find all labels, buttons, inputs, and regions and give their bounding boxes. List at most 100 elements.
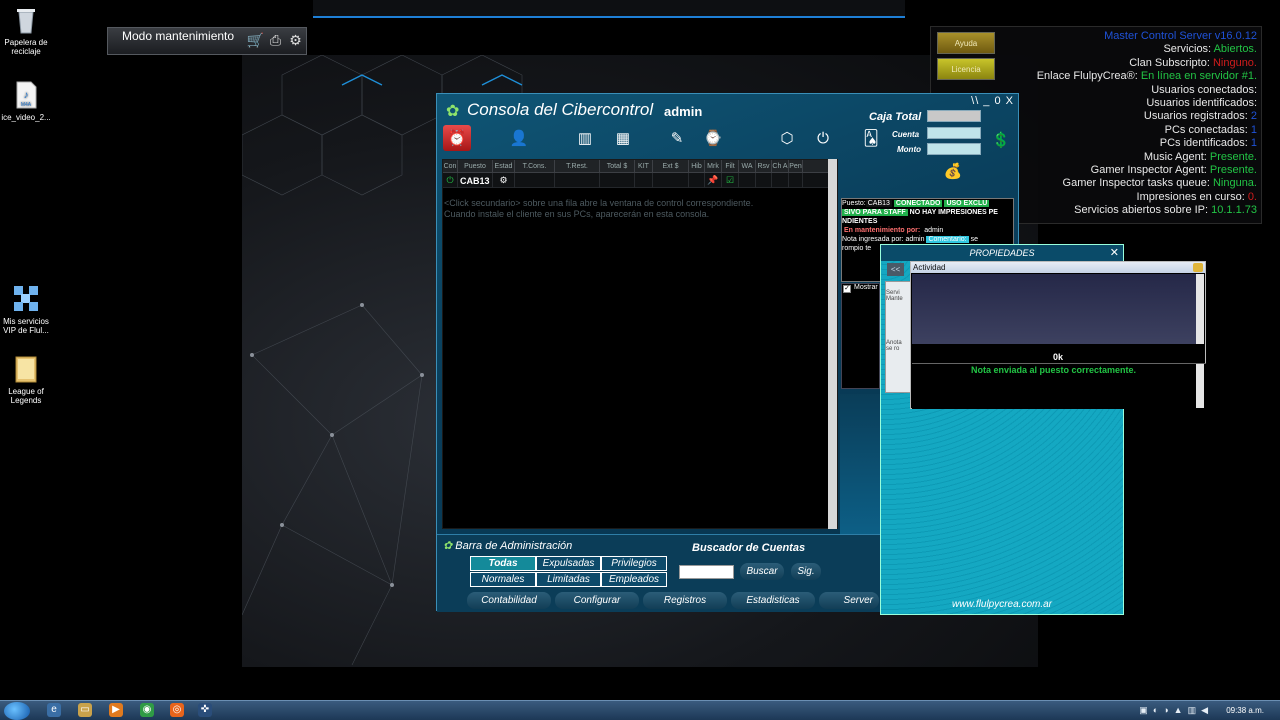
folder-icon xyxy=(15,356,37,383)
website-link[interactable]: www.flulpycrea.com.ar xyxy=(881,599,1123,610)
filter-normal-button[interactable]: Normales xyxy=(470,572,536,587)
column-header[interactable]: Hib xyxy=(689,160,705,172)
cashier-icon[interactable]: 💲 xyxy=(987,127,1015,153)
schedule-icon[interactable]: ⌚ xyxy=(699,125,727,151)
column-header[interactable]: Rsv xyxy=(756,160,772,172)
ok-label[interactable]: 0k xyxy=(911,352,1205,362)
tray-icon-1[interactable]: ▣ xyxy=(1139,705,1148,716)
audio-file-icon: ♪ M4A xyxy=(16,81,37,109)
account-search-input[interactable] xyxy=(679,565,734,579)
admin-bar: ✿ Barra de Administración Buscador de Cu… xyxy=(437,534,882,612)
column-header[interactable]: Pen xyxy=(789,160,803,172)
network-icon[interactable]: ▥ xyxy=(1188,705,1197,716)
accounting-button[interactable]: Contabilidad xyxy=(467,592,551,609)
user-icon[interactable]: 👤 xyxy=(505,125,533,151)
filter-all-button[interactable]: Todas xyxy=(470,556,536,571)
column-header[interactable]: Filt xyxy=(722,160,739,172)
media-player-icon[interactable]: ▶ xyxy=(109,703,123,717)
license-button[interactable]: Licencia xyxy=(937,58,995,80)
status-row: PCs conectadas: 1 xyxy=(1164,123,1257,136)
status-row: Impresiones en curso: 0. xyxy=(1136,190,1257,203)
column-header[interactable]: Estad xyxy=(493,160,515,172)
status-row: Gamer Inspector Agent: Presente. xyxy=(1090,164,1257,177)
desktop-icon-video[interactable]: ♪ M4A ice_video_2... xyxy=(0,80,52,122)
desktop-icon-recycle-bin[interactable]: Papelera de reciclaje xyxy=(0,5,52,56)
tray-icon-3[interactable]: ◑ xyxy=(1163,705,1168,716)
window-controls[interactable]: \\ _ 0 X xyxy=(971,95,1014,107)
column-header[interactable]: Ext $ xyxy=(653,160,689,172)
close-icon[interactable]: ✕ xyxy=(1110,246,1119,259)
help-button[interactable]: Ayuda xyxy=(937,32,995,54)
column-header[interactable]: Con xyxy=(443,160,458,172)
close-icon[interactable] xyxy=(1193,263,1203,272)
back-button[interactable]: << xyxy=(887,263,904,276)
cart-icon[interactable]: 🛒 xyxy=(247,32,264,49)
maintenance-label: Modo mantenimiento xyxy=(122,29,235,43)
console-side-decor xyxy=(840,394,880,534)
column-header[interactable]: WA xyxy=(739,160,756,172)
server-button[interactable]: Server xyxy=(819,592,879,609)
activity-title: Actividad xyxy=(911,262,1205,273)
app-icon[interactable]: ◎ xyxy=(170,703,184,717)
package-icon[interactable]: ⬡ xyxy=(773,125,801,151)
cards-icon[interactable]: 🂡 xyxy=(857,125,885,151)
show-checkbox[interactable]: ✓ Mostrar xyxy=(843,284,878,293)
console-user: admin xyxy=(664,104,703,119)
desktop-icon-league[interactable]: League of Legends xyxy=(0,354,52,405)
grid-scrollbar[interactable] xyxy=(828,159,837,529)
account-search-title: Buscador de Cuentas xyxy=(692,542,806,554)
column-header[interactable]: T.Rest. xyxy=(555,160,600,172)
activity-scrollbar[interactable] xyxy=(1196,274,1204,344)
svg-text:♪: ♪ xyxy=(24,90,29,101)
checkbox-icon[interactable]: ✓ xyxy=(843,285,851,293)
next-button[interactable]: Sig. xyxy=(791,563,821,580)
column-header[interactable]: Ch A xyxy=(772,160,789,172)
table-row[interactable]: ⏻ CAB13 ⚙ 📌 ☑ xyxy=(443,173,837,188)
configure-button[interactable]: Configurar xyxy=(555,592,639,609)
logs-button[interactable]: Registros xyxy=(643,592,727,609)
status-row: Clan Subscripto: Ninguno. xyxy=(1129,56,1257,69)
monto-label: Monto xyxy=(897,145,921,154)
status-row: Enlace FlulpyCrea®: En línea en servidor… xyxy=(1036,70,1257,83)
column-header[interactable]: Puesto xyxy=(458,160,493,172)
barcode-icon[interactable]: ▥ xyxy=(571,125,599,151)
tray-icon-4[interactable]: ▲ xyxy=(1174,705,1183,716)
desktop: Papelera de reciclaje ♪ M4A ice_video_2.… xyxy=(0,0,1280,700)
recycle-bin-icon xyxy=(17,9,35,34)
volume-icon[interactable]: ◀ xyxy=(1201,705,1208,716)
caja-total-label: Caja Total xyxy=(869,111,922,123)
cuenta-field[interactable] xyxy=(927,127,981,139)
column-header[interactable]: T.Cons. xyxy=(515,160,555,172)
grid-hint: <Click secundario> sobre una fila abre l… xyxy=(444,198,754,219)
chrome-icon[interactable]: ◉ xyxy=(140,703,154,717)
gear-icon[interactable]: ⚙ xyxy=(287,32,304,49)
search-button[interactable]: Buscar xyxy=(740,563,784,580)
filter-employees-button[interactable]: Empleados xyxy=(601,572,667,587)
power-icon[interactable]: ⏻ xyxy=(809,125,837,151)
filter-expelled-button[interactable]: Expulsadas xyxy=(536,556,601,571)
properties-sidebar: Servi Mante Anota se ro xyxy=(885,281,913,393)
calculator-icon[interactable]: ▦ xyxy=(609,125,637,151)
notes-icon[interactable]: ✎ xyxy=(663,125,691,151)
cibercontrol-icon[interactable]: ✜ xyxy=(198,703,212,717)
money-bag-icon[interactable]: 💰 xyxy=(939,158,967,184)
monto-field[interactable] xyxy=(927,143,981,155)
statistics-button[interactable]: Estadisticas xyxy=(731,592,815,609)
stations-grid[interactable]: Con Puesto Estad T.Cons. T.Rest. Total $ KIT Ex… xyxy=(442,159,838,529)
message-scrollbar[interactable] xyxy=(1196,364,1204,408)
start-button[interactable] xyxy=(4,702,30,720)
taskbar: e ▭ ▶ ◉ ◎ ✜ ▣ ◐ ◑ ▲ ▥ ◀ 09:38 a.m. xyxy=(0,700,1280,720)
column-header[interactable]: Total $ xyxy=(600,160,635,172)
pin-icon: 📌 xyxy=(705,173,722,188)
column-header[interactable]: Mrk xyxy=(705,160,722,172)
vip-services-icon xyxy=(14,286,38,311)
printer-icon[interactable]: ⎙ xyxy=(267,32,284,49)
alarm-icon[interactable]: ⏰ xyxy=(443,125,471,151)
column-header[interactable]: KIT xyxy=(635,160,653,172)
filter-privileges-button[interactable]: Privilegios xyxy=(601,556,667,571)
tray-icon-2[interactable]: ◐ xyxy=(1153,705,1158,716)
filter-limited-button[interactable]: Limitadas xyxy=(536,572,601,587)
desktop-icon-vip-services[interactable]: Mis servicios VIP de Flul... xyxy=(0,284,52,335)
ie-icon[interactable]: e xyxy=(47,703,61,717)
explorer-icon[interactable]: ▭ xyxy=(78,703,92,717)
